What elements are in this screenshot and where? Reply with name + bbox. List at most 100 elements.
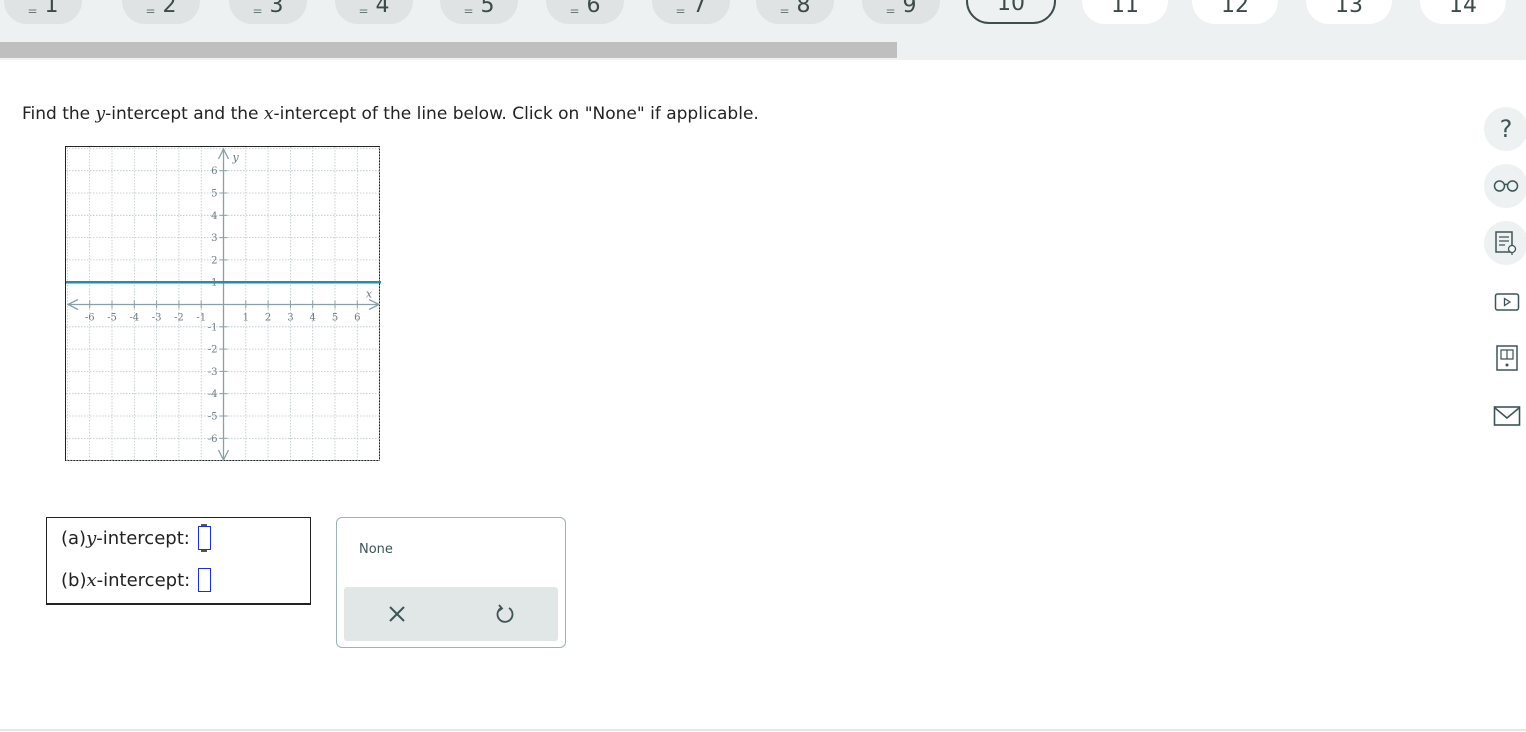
- answered-mark: =: [27, 4, 37, 18]
- question-number: 6: [586, 0, 601, 18]
- video-icon: [1494, 293, 1520, 311]
- answer-b-var: x: [86, 569, 97, 591]
- help-button[interactable]: ?: [1484, 107, 1526, 151]
- x-tick-label: 2: [265, 313, 271, 324]
- question-suffix: -intercept of the line below. Click on "…: [273, 104, 759, 124]
- none-button[interactable]: None: [359, 542, 393, 557]
- answer-tool-panel: None: [336, 517, 566, 648]
- footer-divider: [0, 729, 1526, 731]
- answer-b-suffix: -intercept:: [96, 569, 191, 591]
- question-nav-button[interactable]: 13: [1306, 0, 1392, 24]
- notes-icon: [1495, 231, 1517, 255]
- answered-mark: =: [358, 4, 368, 18]
- question-var-y: y: [95, 104, 106, 124]
- question-number: 9: [902, 0, 917, 18]
- x-tick-label: -3: [152, 313, 162, 324]
- question-nav-button[interactable]: = 3: [229, 0, 307, 24]
- close-icon[interactable]: [385, 602, 409, 626]
- answer-a-var: y: [86, 527, 97, 549]
- y-tick-label: -5: [208, 412, 218, 423]
- x-tick-label: 6: [354, 313, 360, 324]
- question-nav-button[interactable]: = 7: [652, 0, 730, 24]
- y-intercept-input[interactable]: [197, 524, 211, 552]
- answer-a-prefix: (a): [61, 527, 87, 549]
- x-axis-label: x: [366, 288, 373, 301]
- textbook-button[interactable]: [1493, 344, 1521, 372]
- question-nav-button[interactable]: 14: [1420, 0, 1506, 24]
- question-nav-button[interactable]: = 6: [546, 0, 624, 24]
- undo-icon[interactable]: [493, 602, 517, 626]
- x-tick-label: 1: [243, 313, 249, 324]
- mail-icon: [1493, 406, 1521, 426]
- y-tick-label: 4: [211, 211, 217, 222]
- x-tick-label: -1: [196, 313, 206, 324]
- textbook-icon: [1496, 345, 1518, 371]
- y-tick-label: -3: [208, 367, 218, 378]
- answer-a-suffix: -intercept:: [96, 527, 190, 549]
- graph-svg: -6-5-4-3-2-1123456654321-1-2-3-4-5-6xy: [66, 147, 381, 462]
- answer-row-x-intercept: (b) x -intercept:: [61, 568, 212, 592]
- coordinate-graph: -6-5-4-3-2-1123456654321-1-2-3-4-5-6xy: [65, 146, 381, 462]
- progress-track: [0, 42, 1526, 60]
- y-tick-label: -4: [208, 389, 218, 400]
- y-tick-label: 3: [211, 233, 217, 244]
- question-nav-button[interactable]: 12: [1192, 0, 1278, 24]
- question-nav-button[interactable]: 10: [966, 0, 1056, 24]
- question-number: 13: [1335, 0, 1363, 18]
- question-number: 1: [44, 0, 59, 18]
- question-number: 12: [1221, 0, 1249, 18]
- question-text: Find the y-intercept and the x-intercept…: [22, 104, 759, 124]
- x-tick-label: -2: [174, 313, 184, 324]
- question-nav-bar: = 1 = 2 = 3 = 4 = 5 = 6 = 7 = 8 = 9 10 11 12 13 14: [0, 0, 1526, 60]
- answered-mark: =: [779, 4, 789, 18]
- glasses-button[interactable]: [1484, 164, 1526, 208]
- question-nav-button[interactable]: 11: [1082, 0, 1168, 24]
- answered-mark: =: [252, 4, 262, 18]
- answered-mark: =: [885, 4, 895, 18]
- answer-b-prefix: (b): [61, 569, 87, 591]
- progress-fill: [0, 42, 898, 58]
- answer-box: (a) y -intercept: (b) x -intercept:: [46, 517, 311, 605]
- question-number: 7: [692, 0, 707, 18]
- question-number: 10: [997, 0, 1025, 16]
- question-number: 2: [162, 0, 177, 18]
- answered-mark: =: [463, 4, 473, 18]
- x-tick-label: 3: [287, 313, 293, 324]
- question-number: 8: [796, 0, 811, 18]
- answer-row-y-intercept: (a) y -intercept:: [61, 524, 211, 552]
- x-tick-label: -4: [129, 313, 139, 324]
- y-tick-label: 2: [211, 255, 217, 266]
- help-icon: ?: [1499, 115, 1513, 143]
- y-tick-label: -2: [208, 345, 218, 356]
- question-nav-button[interactable]: = 8: [756, 0, 834, 24]
- answered-mark: =: [145, 4, 155, 18]
- x-tick-label: 4: [310, 313, 316, 324]
- y-tick-label: -6: [208, 434, 218, 445]
- video-button[interactable]: [1493, 288, 1521, 316]
- question-nav-button[interactable]: = 5: [440, 0, 518, 24]
- message-button[interactable]: [1493, 402, 1521, 430]
- notes-button[interactable]: [1484, 221, 1526, 265]
- x-intercept-input[interactable]: [198, 568, 212, 592]
- x-tick-label: -5: [107, 313, 117, 324]
- glasses-icon: [1493, 180, 1519, 192]
- question-prefix: Find the: [22, 104, 96, 124]
- answered-mark: =: [569, 4, 579, 18]
- question-nav-button[interactable]: = 9: [862, 0, 940, 24]
- question-number: 14: [1449, 0, 1477, 18]
- question-number: 11: [1111, 0, 1139, 18]
- x-tick-label: 5: [332, 313, 338, 324]
- question-middle: -intercept and the: [105, 104, 264, 124]
- x-tick-label: -6: [85, 313, 95, 324]
- question-number: 5: [480, 0, 495, 18]
- question-number: 4: [375, 0, 390, 18]
- y-tick-label: -1: [208, 322, 218, 333]
- y-tick-label: 5: [211, 189, 217, 200]
- question-nav-button[interactable]: = 2: [122, 0, 200, 24]
- y-tick-label: 6: [211, 166, 217, 177]
- tool-actions: [344, 587, 558, 641]
- y-axis-label: y: [232, 151, 240, 164]
- question-nav-button[interactable]: = 1: [4, 0, 82, 24]
- question-nav-button[interactable]: = 4: [335, 0, 413, 24]
- question-number: 3: [269, 0, 284, 18]
